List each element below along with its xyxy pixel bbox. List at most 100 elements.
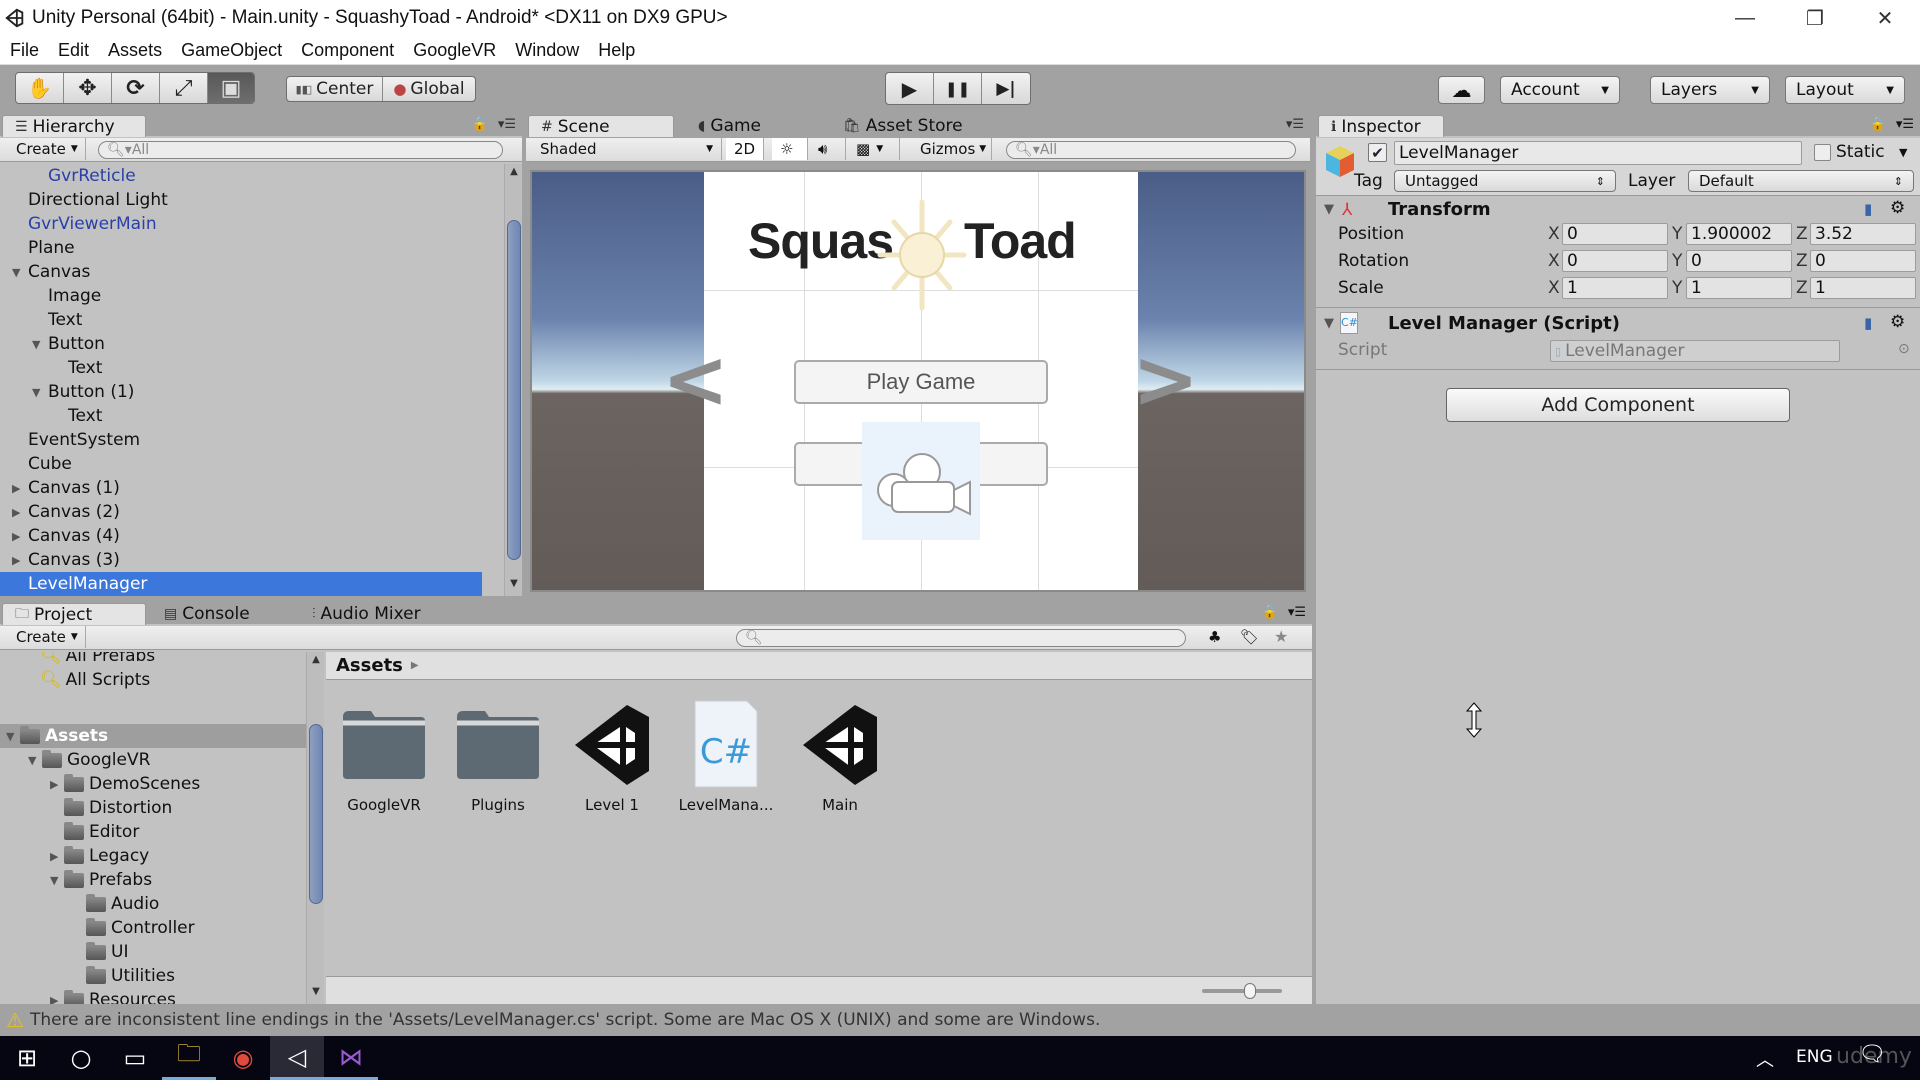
help-book-icon[interactable]: ▮ — [1864, 314, 1872, 332]
transform-rotation-y-input[interactable]: 0 — [1686, 250, 1792, 272]
pivot-global-button[interactable]: ● Global — [383, 77, 475, 101]
icon-size-slider-handle[interactable] — [1244, 983, 1256, 999]
project-tree-item[interactable]: UI — [0, 940, 306, 964]
play-button[interactable]: ▶ — [886, 73, 934, 104]
tab-audio-mixer[interactable]: ⫶ Audio Mixer — [300, 603, 433, 625]
scale-tool-button[interactable]: ⤢ — [160, 73, 208, 103]
scroll-up-icon[interactable]: ▲ — [307, 654, 325, 670]
move-tool-button[interactable]: ✥ — [64, 73, 112, 103]
close-button[interactable]: ✕ — [1850, 0, 1920, 36]
start-button[interactable]: ⊞ — [0, 1036, 54, 1080]
project-create-button[interactable]: Create ▼ — [8, 626, 86, 648]
scroll-up-icon[interactable]: ▲ — [505, 166, 523, 182]
project-tree-scrollbar[interactable]: ▲ ▼ — [306, 652, 324, 1004]
taskbar-chrome[interactable]: ◉ — [216, 1036, 270, 1080]
tab-project[interactable]: 🗀 Project — [2, 603, 146, 625]
asset-item[interactable]: C# LevelMana... — [676, 698, 776, 814]
filter-by-label-icon[interactable]: 🏷︎ — [1240, 628, 1259, 646]
menu-assets[interactable]: Assets — [98, 40, 171, 61]
project-search-input[interactable]: 🔍︎ — [736, 629, 1186, 647]
project-tree-item[interactable]: ▶ DemoScenes — [0, 772, 306, 796]
lock-icon[interactable]: 🔒 — [472, 117, 488, 132]
tab-hierarchy[interactable]: ☰ Hierarchy — [2, 115, 146, 137]
favorite-search-item[interactable]: 🔍︎ All Scripts — [40, 668, 150, 692]
audio-toggle[interactable]: 🔊︎ — [810, 138, 846, 160]
gameobject-cube-icon[interactable] — [1324, 144, 1356, 180]
scroll-thumb[interactable] — [309, 724, 323, 904]
hierarchy-item[interactable]: ▼ Canvas — [0, 260, 504, 284]
asset-item[interactable]: GoogleVR — [334, 698, 434, 814]
2d-toggle[interactable]: 2D — [726, 138, 764, 160]
status-bar[interactable]: ⚠ There are inconsistent line endings in… — [0, 1004, 1920, 1036]
panel-menu-icon[interactable]: ▾☰ — [1286, 117, 1304, 132]
menu-window[interactable]: Window — [505, 40, 588, 61]
expanded-arrow-icon[interactable]: ▼ — [32, 386, 48, 399]
collapsed-arrow-icon[interactable]: ▶ — [12, 530, 28, 543]
menu-component[interactable]: Component — [291, 40, 403, 61]
language-indicator[interactable]: ENG — [1796, 1047, 1833, 1067]
hierarchy-create-button[interactable]: Create ▼ — [8, 138, 86, 160]
lock-icon[interactable]: 🔒 — [1870, 117, 1886, 132]
pivot-center-button[interactable]: ▮◧ Center — [287, 77, 383, 101]
favorite-star-icon[interactable]: ★ — [1274, 627, 1288, 646]
project-tree-item[interactable]: Utilities — [0, 964, 306, 988]
action-center-icon[interactable]: 🗨︎ — [1858, 1042, 1886, 1067]
hierarchy-item[interactable]: Cube — [0, 452, 504, 476]
tab-console[interactable]: ▤ Console — [152, 603, 262, 625]
icon-size-slider[interactable] — [1202, 989, 1282, 993]
tab-scene[interactable]: # Scene — [528, 115, 674, 137]
gizmos-dropdown[interactable]: Gizmos ▼ — [912, 138, 992, 160]
transform-rotation-x-input[interactable]: 0 — [1562, 250, 1668, 272]
transform-scale-x-input[interactable]: 1 — [1562, 277, 1668, 299]
breadcrumb-assets[interactable]: Assets — [336, 655, 403, 676]
collapse-arrow-icon[interactable]: ▼ — [1324, 202, 1334, 217]
collapsed-arrow-icon[interactable]: ▶ — [50, 850, 64, 863]
project-tree-item[interactable]: Editor — [0, 820, 306, 844]
gear-icon[interactable]: ⚙ — [1890, 198, 1905, 218]
hierarchy-scrollbar[interactable]: ▲ ▼ — [504, 164, 522, 596]
rotate-tool-button[interactable]: ⟳ — [112, 73, 160, 103]
object-picker-icon[interactable]: ⊙ — [1898, 341, 1910, 357]
filter-by-type-icon[interactable]: ♣ — [1208, 628, 1221, 646]
taskbar-file-explorer[interactable]: 🗀 — [162, 1036, 216, 1080]
lock-icon[interactable]: 🔒 — [1262, 605, 1278, 620]
scene-search-input[interactable]: 🔍︎▾ All — [1006, 141, 1296, 159]
step-button[interactable]: ▶| — [982, 73, 1030, 104]
transform-position-x-input[interactable]: 0 — [1562, 223, 1668, 245]
hierarchy-item[interactable]: Plane — [0, 236, 504, 260]
hierarchy-item[interactable]: GvrViewerMain — [0, 212, 504, 236]
hierarchy-item[interactable]: Text — [0, 356, 504, 380]
hierarchy-item[interactable]: Text — [0, 404, 504, 428]
tab-asset-store[interactable]: 🛍︎ Asset Store — [831, 115, 975, 137]
tab-inspector[interactable]: ℹ Inspector — [1318, 115, 1444, 137]
collapsed-arrow-icon[interactable]: ▶ — [12, 482, 28, 495]
menu-file[interactable]: File — [0, 40, 48, 61]
nav-right-arrow[interactable]: > — [1132, 340, 1199, 420]
asset-item[interactable]: Plugins — [448, 698, 548, 814]
hierarchy-item[interactable]: EventSystem — [0, 428, 504, 452]
project-tree-item[interactable]: ▶ Legacy — [0, 844, 306, 868]
hierarchy-item[interactable]: LevelManager — [0, 572, 482, 596]
scroll-down-icon[interactable]: ▼ — [307, 986, 325, 1002]
nav-left-arrow[interactable]: < — [662, 340, 729, 420]
transform-position-y-input[interactable]: 1.900002 — [1686, 223, 1792, 245]
hierarchy-item[interactable]: ▶ Canvas (3) — [0, 548, 504, 572]
panel-menu-icon[interactable]: ▾☰ — [1288, 605, 1306, 620]
collapsed-arrow-icon[interactable]: ▶ — [12, 506, 28, 519]
project-tree-item[interactable]: Distortion — [0, 796, 306, 820]
assets-root-folder[interactable]: ▼ Assets — [0, 724, 306, 748]
panel-menu-icon[interactable]: ▾☰ — [498, 117, 516, 132]
expanded-arrow-icon[interactable]: ▼ — [12, 266, 28, 279]
asset-item[interactable]: Level 1 — [562, 698, 662, 814]
script-field[interactable]: ▯ LevelManager — [1550, 340, 1840, 362]
play-game-button[interactable]: Play Game — [794, 360, 1048, 404]
collapsed-arrow-icon[interactable]: ▶ — [50, 778, 64, 791]
transform-rotation-z-input[interactable]: 0 — [1810, 250, 1916, 272]
cortana-button[interactable]: ○ — [54, 1036, 108, 1080]
hierarchy-item[interactable]: Directional Light — [0, 188, 504, 212]
cloud-button[interactable]: ☁ — [1438, 76, 1485, 104]
pause-button[interactable]: ❚❚ — [934, 73, 982, 104]
layers-dropdown[interactable]: Layers ▼ — [1650, 76, 1770, 104]
project-tree-item[interactable]: ▼ Prefabs — [0, 868, 306, 892]
shading-mode-dropdown[interactable]: Shaded ▼ — [532, 138, 722, 160]
